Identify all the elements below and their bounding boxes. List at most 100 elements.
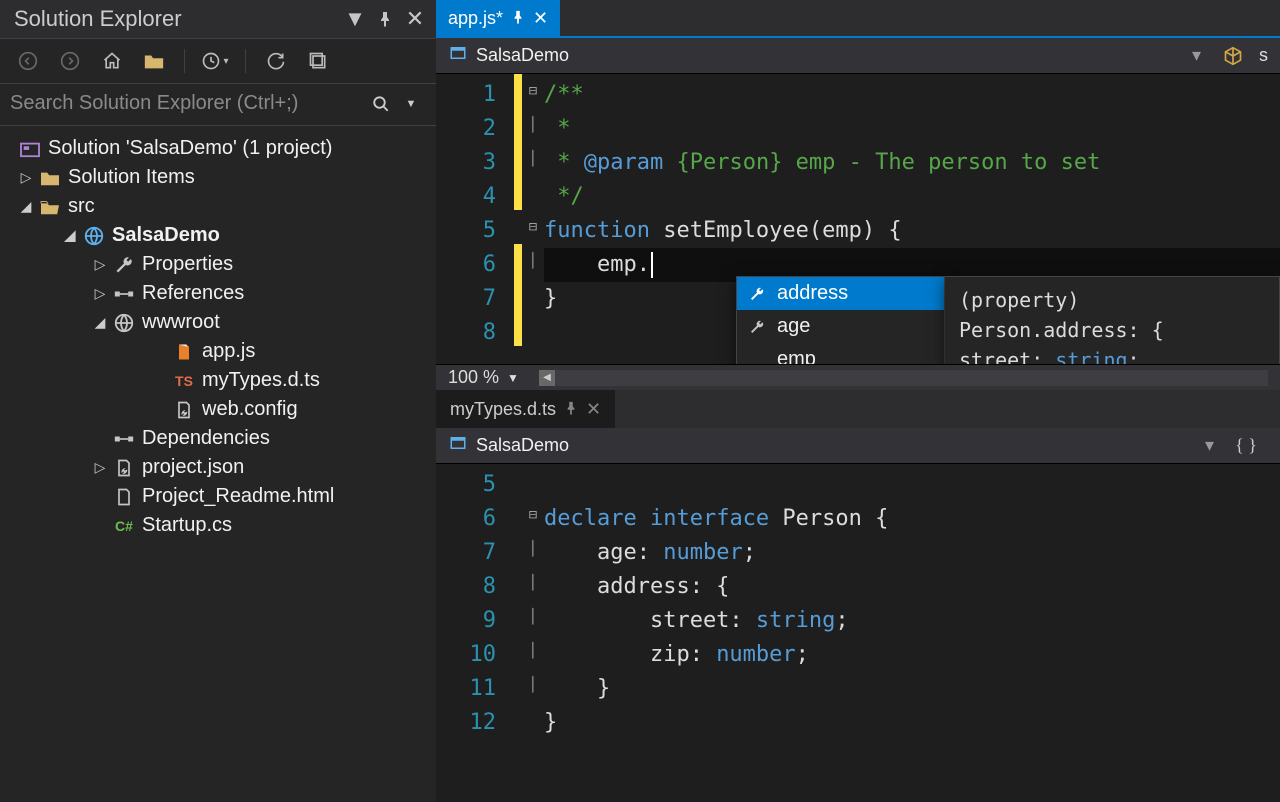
nav-back-icon[interactable]	[12, 45, 44, 77]
references-icon	[110, 283, 138, 305]
tree-label: Solution Items	[68, 166, 195, 189]
search-row: ▼	[0, 84, 436, 126]
braces-icon[interactable]: { }	[1224, 435, 1268, 456]
tree-item-readme[interactable]: ▷ Project_Readme.html	[0, 482, 436, 511]
chevron-down-icon[interactable]: ▼	[507, 371, 519, 385]
tree-label: src	[68, 195, 95, 218]
tree-item-mytypes[interactable]: TS myTypes.d.ts	[0, 366, 436, 395]
dropdown-icon[interactable]: ▼	[344, 8, 366, 30]
fold-gutter[interactable]: ⊟││ │││	[522, 464, 544, 802]
line-gutter: 5 6 7 8 9 10 11 12	[436, 464, 514, 802]
upper-tab-bar: app.js* ✕	[436, 0, 1280, 38]
text-caret	[651, 252, 653, 278]
wrench-icon	[747, 284, 767, 304]
refresh-icon[interactable]	[260, 45, 292, 77]
history-icon[interactable]: ▾	[199, 45, 231, 77]
pin-icon[interactable]	[374, 8, 396, 30]
tab-appjs[interactable]: app.js* ✕	[436, 0, 560, 36]
html-file-icon	[110, 486, 138, 508]
tree-item-properties[interactable]: ▷ Properties	[0, 250, 436, 279]
intellisense-item-emp[interactable]: emp	[737, 343, 944, 364]
tree-label: web.config	[202, 398, 298, 421]
close-icon[interactable]: ✕	[586, 399, 601, 420]
chevron-down-icon: ◢	[90, 314, 110, 331]
upper-nav-dropdown[interactable]: SalsaDemo ▾ s	[436, 38, 1280, 74]
tree-item-projectjson[interactable]: ▷ project.json	[0, 453, 436, 482]
code-content[interactable]: declare interface Person { age: number; …	[544, 464, 1280, 802]
lower-nav-dropdown[interactable]: SalsaDemo ▾ { }	[436, 428, 1280, 464]
pin-icon[interactable]	[564, 399, 578, 420]
intellisense-label: age	[777, 315, 810, 338]
scroll-left-icon[interactable]: ◀	[539, 370, 555, 386]
solution-explorer-header: Solution Explorer ▼ ✕	[0, 0, 436, 39]
tree-label: Project_Readme.html	[142, 485, 334, 508]
tab-label: myTypes.d.ts	[450, 399, 556, 420]
tree-label: SalsaDemo	[112, 224, 220, 247]
wrench-icon	[747, 317, 767, 337]
json-file-icon	[110, 457, 138, 479]
collapse-all-icon[interactable]	[302, 45, 334, 77]
close-icon[interactable]: ✕	[404, 8, 426, 30]
search-dropdown-icon[interactable]: ▼	[396, 89, 426, 119]
tree-item-references[interactable]: ▷ References	[0, 279, 436, 308]
fold-gutter[interactable]: ⊟││ ⊟│	[522, 74, 544, 364]
editor-area: app.js* ✕ SalsaDemo ▾ s 1 2 3 4 5 6 7 8	[436, 0, 1280, 802]
nav-scope-label: SalsaDemo	[476, 435, 569, 456]
tree-item-startup[interactable]: ▷ C# Startup.cs	[0, 511, 436, 540]
tree-label: References	[142, 282, 244, 305]
globe-icon	[110, 312, 138, 334]
solution-explorer-toolbar: ▾	[0, 39, 436, 84]
chevron-down-icon: ◢	[60, 227, 80, 244]
solution-explorer-title: Solution Explorer	[14, 6, 182, 32]
tab-mytypes[interactable]: myTypes.d.ts ✕	[436, 390, 615, 428]
search-input[interactable]	[10, 88, 366, 119]
solution-tree: Solution 'SalsaDemo' (1 project) ▷ Solut…	[0, 126, 436, 540]
tree-item-appjs[interactable]: app.js	[0, 337, 436, 366]
wrench-icon	[110, 254, 138, 276]
intellisense-item-address[interactable]: address	[737, 277, 944, 310]
ts-file-icon: TS	[170, 370, 198, 392]
chevron-down-icon: ◢	[16, 198, 36, 215]
modification-indicator	[514, 464, 522, 802]
modification-indicator	[514, 74, 522, 364]
upper-code-editor[interactable]: 1 2 3 4 5 6 7 8 ⊟││ ⊟│ /** * * @param {P…	[436, 74, 1280, 364]
intellisense-label: emp	[777, 348, 816, 364]
tree-item-project[interactable]: ◢ SalsaDemo	[0, 221, 436, 250]
tree-label: myTypes.d.ts	[202, 369, 320, 392]
cs-file-icon: C#	[110, 515, 138, 537]
solution-node[interactable]: Solution 'SalsaDemo' (1 project)	[0, 134, 436, 163]
js-file-icon	[170, 341, 198, 363]
scope-icon	[448, 434, 468, 457]
horizontal-scrollbar[interactable]: ◀	[539, 370, 1268, 386]
tree-label: wwwroot	[142, 311, 220, 334]
folder-icon[interactable]	[138, 45, 170, 77]
lower-code-editor[interactable]: 5 6 7 8 9 10 11 12 ⊟││ │││ declare inter…	[436, 464, 1280, 802]
tree-item-solution-items[interactable]: ▷ Solution Items	[0, 163, 436, 192]
tree-label: Dependencies	[142, 427, 270, 450]
zoom-level[interactable]: 100 %	[448, 367, 499, 388]
chevron-right-icon: ▷	[16, 169, 36, 186]
folder-open-icon	[36, 196, 64, 218]
tree-label: Startup.cs	[142, 514, 232, 537]
chevron-right-icon: ▷	[90, 285, 110, 302]
search-icon[interactable]	[366, 89, 396, 119]
blank-icon	[747, 350, 767, 365]
tree-item-src[interactable]: ◢ src	[0, 192, 436, 221]
home-icon[interactable]	[96, 45, 128, 77]
close-icon[interactable]: ✕	[533, 8, 548, 29]
config-file-icon	[170, 399, 198, 421]
cube-icon[interactable]	[1211, 46, 1255, 66]
intellisense-list[interactable]: address age emp setEmployee	[736, 276, 945, 364]
lower-tab-bar: myTypes.d.ts ✕	[436, 390, 1280, 428]
chevron-down-icon: ▾	[1205, 435, 1224, 456]
nav-forward-icon[interactable]	[54, 45, 86, 77]
tree-item-webconfig[interactable]: web.config	[0, 395, 436, 424]
intellisense-detail: (property) Person.address: { street: str…	[945, 276, 1280, 364]
tree-item-dependencies[interactable]: ▷ Dependencies	[0, 424, 436, 453]
tree-item-wwwroot[interactable]: ◢ wwwroot	[0, 308, 436, 337]
tab-label: app.js*	[448, 8, 503, 29]
chevron-right-icon: ▷	[90, 459, 110, 476]
nav-scope-label: SalsaDemo	[476, 45, 569, 66]
pin-icon[interactable]	[511, 8, 525, 29]
intellisense-item-age[interactable]: age	[737, 310, 944, 343]
